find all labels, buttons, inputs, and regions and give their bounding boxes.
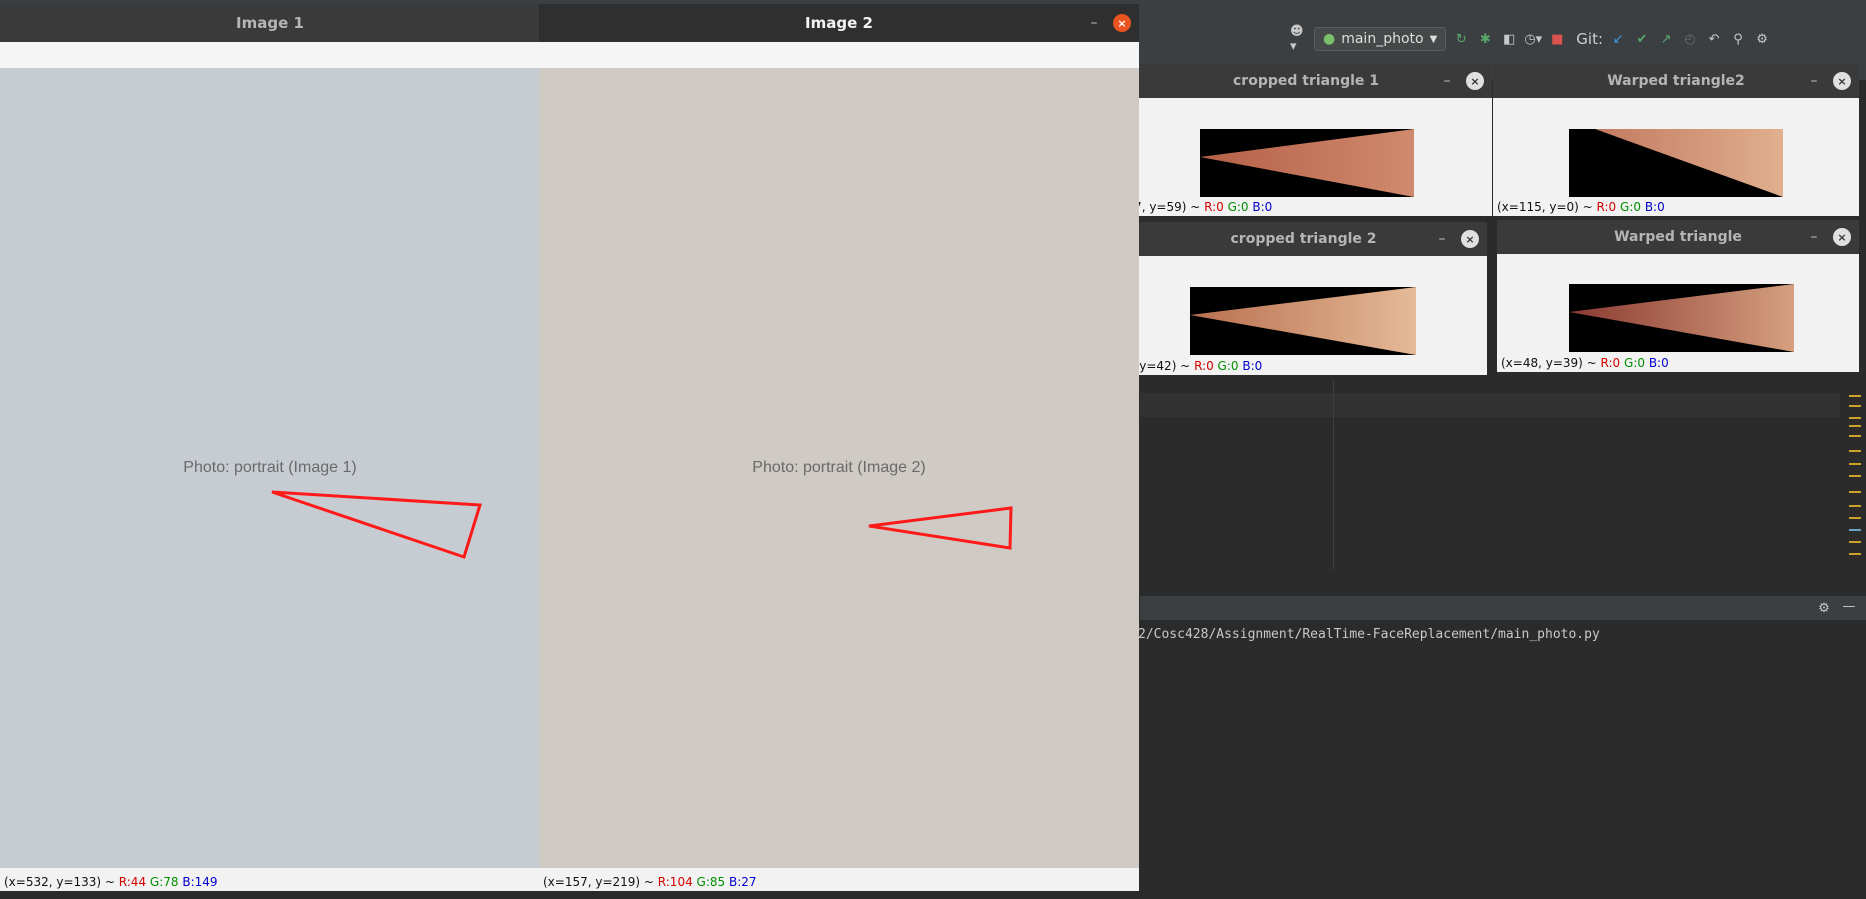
run-console-path: 2/Cosc428/Assignment/RealTime-FaceReplac… — [1138, 627, 1600, 642]
minimize-button[interactable]: – — [1087, 15, 1101, 31]
status-green: G:0 — [1217, 359, 1239, 373]
warped-triangle-graphic — [1595, 129, 1783, 197]
status-coords: (x=532, y=133) ~ — [4, 875, 119, 889]
status-red: R:104 — [657, 875, 693, 889]
photo-placeholder: Photo: portrait (Image 2) — [539, 68, 1139, 868]
status-coords: (x=157, y=219) ~ — [543, 875, 658, 889]
window-title[interactable]: cropped triangle 1 — [1120, 64, 1492, 98]
editor-current-line — [1140, 393, 1840, 417]
stop-icon[interactable]: ■ — [1548, 30, 1566, 48]
git-update-icon[interactable]: ↙ — [1609, 30, 1627, 48]
status-green: G:0 — [1620, 200, 1641, 214]
search-icon[interactable]: ⚲ — [1729, 30, 1747, 48]
window-title[interactable]: Image 2 — [539, 4, 1139, 42]
minimize-button[interactable]: – — [1807, 229, 1821, 245]
chevron-down-icon: ▼ — [1429, 33, 1438, 45]
revert-icon[interactable]: ↶ — [1705, 30, 1723, 48]
status-coords: (x=48, y=39) ~ — [1501, 356, 1601, 370]
status-bar: (x=532, y=133) ~ R:44 G:78 B:149 — [4, 875, 218, 889]
status-blue: B:0 — [1648, 356, 1669, 370]
status-coords: (x=115, y=0) ~ — [1497, 200, 1597, 214]
status-blue: B:149 — [182, 875, 218, 889]
window-title[interactable]: Image 1 — [0, 4, 540, 42]
triangle-overlay — [868, 506, 1013, 550]
cropped-triangle-graphic — [1200, 129, 1414, 197]
run-console[interactable] — [1140, 620, 1866, 899]
status-bar: (x=115, y=0) ~ R:0 G:0 B:0 — [1497, 200, 1665, 214]
warped-triangle-image — [1569, 129, 1783, 197]
status-blue: B:27 — [729, 875, 757, 889]
debug-icon[interactable]: ✱ — [1476, 30, 1494, 48]
user-icon[interactable]: ☻▾ — [1290, 24, 1308, 54]
cropped-triangle-image — [1200, 129, 1414, 197]
status-blue: B:0 — [1252, 200, 1273, 214]
status-green: G:78 — [149, 875, 179, 889]
close-button[interactable]: × — [1113, 14, 1131, 32]
run-settings-icon[interactable]: ⚙ — [1815, 599, 1833, 617]
status-green: G:85 — [696, 875, 726, 889]
close-button[interactable]: × — [1466, 72, 1484, 90]
run-config-label: main_photo — [1341, 31, 1424, 47]
cropped-triangle-graphic — [1190, 287, 1416, 355]
window-cropped-triangle-2[interactable]: cropped triangle 2 – × 9, y=42) ~ R:0 G:… — [1120, 222, 1487, 375]
minimize-button[interactable]: – — [1440, 73, 1454, 89]
status-blue: B:0 — [1242, 359, 1263, 373]
photo-placeholder: Photo: portrait (Image 1) — [0, 68, 540, 868]
window-title[interactable]: cropped triangle 2 — [1120, 222, 1487, 256]
ide-toolbar: ☻▾ ● main_photo ▼ ↻ ✱ ◧ ◷▾ ■ Git: ↙ ✔ ↗ … — [1290, 24, 1771, 54]
minimize-button[interactable]: – — [1807, 73, 1821, 89]
settings-icon[interactable]: ⚙ — [1753, 30, 1771, 48]
status-green: G:0 — [1227, 200, 1249, 214]
triangle-overlay — [271, 490, 482, 559]
close-button[interactable]: × — [1461, 230, 1479, 248]
editor-divider — [1333, 380, 1334, 570]
status-bar: 9, y=42) ~ R:0 G:0 B:0 — [1124, 359, 1262, 373]
status-bar: =7, y=59) ~ R:0 G:0 B:0 — [1124, 200, 1272, 214]
profile-icon[interactable]: ◷▾ — [1524, 30, 1542, 48]
cropped-triangle-image — [1190, 287, 1416, 355]
git-label: Git: — [1576, 30, 1604, 48]
coverage-icon[interactable]: ◧ — [1500, 30, 1518, 48]
rerun-icon[interactable]: ↻ — [1452, 30, 1470, 48]
status-red: R:0 — [1194, 359, 1214, 373]
warped-triangle-graphic — [1569, 284, 1794, 352]
close-button[interactable]: × — [1833, 72, 1851, 90]
git-push-icon[interactable]: ↗ — [1657, 30, 1675, 48]
window-warped-triangle-2[interactable]: Warped triangle2 – × (x=115, y=0) ~ R:0 … — [1493, 64, 1859, 216]
status-green: G:0 — [1624, 356, 1645, 370]
warped-triangle-image — [1569, 284, 1794, 352]
status-red: R:0 — [1204, 200, 1224, 214]
window-cropped-triangle-1[interactable]: cropped triangle 1 – × =7, y=59) ~ R:0 G… — [1120, 64, 1492, 216]
status-bar: (x=157, y=219) ~ R:104 G:85 B:27 — [543, 875, 757, 889]
editor-scroll-markers[interactable] — [1849, 395, 1861, 565]
window-warped-triangle[interactable]: Warped triangle – × (x=48, y=39) ~ R:0 G… — [1497, 220, 1859, 372]
minimize-button[interactable]: – — [1435, 231, 1449, 247]
status-blue: B:0 — [1644, 200, 1665, 214]
status-bar: (x=48, y=39) ~ R:0 G:0 B:0 — [1501, 356, 1669, 370]
close-button[interactable]: × — [1833, 228, 1851, 246]
status-red: R:0 — [1596, 200, 1617, 214]
history-icon[interactable]: ◴ — [1681, 30, 1699, 48]
run-config-icon: ● — [1323, 31, 1336, 47]
git-commit-icon[interactable]: ✔ — [1633, 30, 1651, 48]
window-image-1[interactable]: Image 1 Photo: portrait (Image 1) (x=532… — [0, 4, 540, 891]
window-image-2[interactable]: Image 2 – × Photo: portrait (Image 2) (x… — [539, 4, 1139, 891]
window-title[interactable]: Warped triangle — [1497, 220, 1859, 254]
window-title[interactable]: Warped triangle2 — [1493, 64, 1859, 98]
status-red: R:0 — [1600, 356, 1621, 370]
run-minimize-icon[interactable]: — — [1840, 597, 1858, 615]
run-panel-header — [1140, 596, 1866, 620]
status-red: R:44 — [118, 875, 147, 889]
run-config-selector[interactable]: ● main_photo ▼ — [1314, 27, 1447, 51]
